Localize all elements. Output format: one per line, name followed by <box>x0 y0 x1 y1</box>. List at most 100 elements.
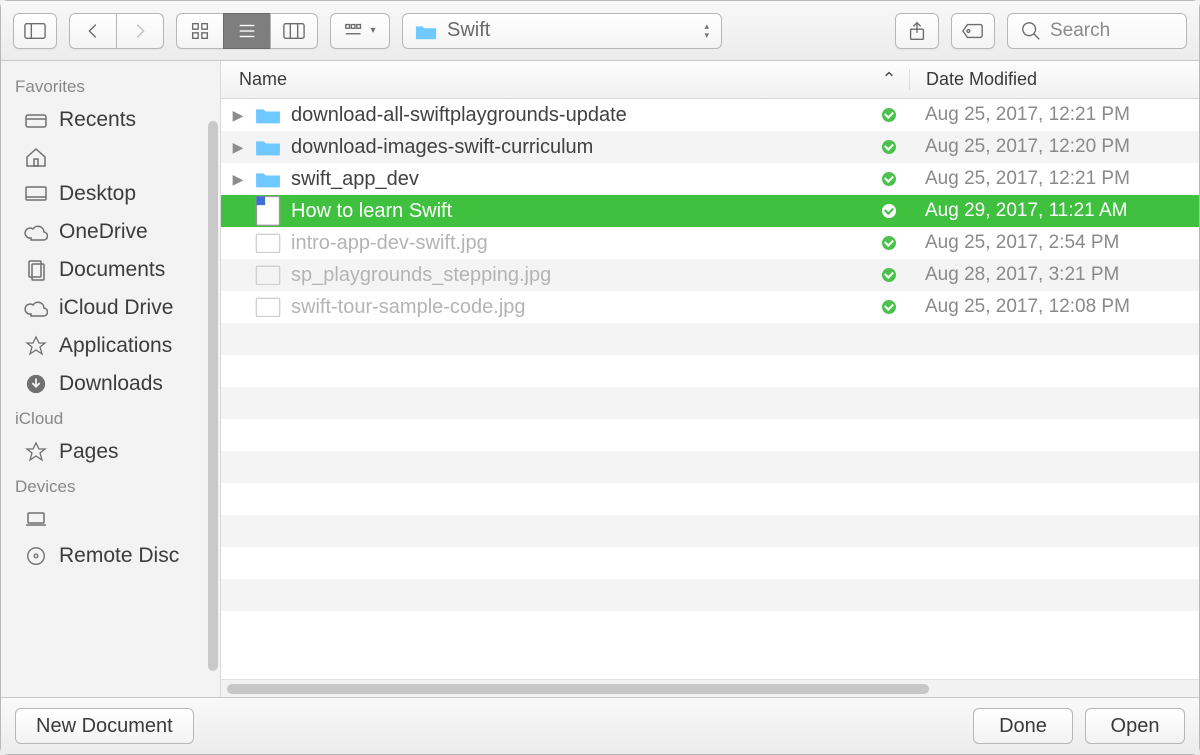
image-icon <box>255 264 281 286</box>
file-name: intro-app-dev-swift.jpg <box>291 232 869 255</box>
home-icon <box>23 146 49 168</box>
disclosure-triangle-icon[interactable]: ▶ <box>221 107 255 124</box>
list-view-icon <box>236 20 258 42</box>
file-row[interactable]: ▶ swift_app_dev Aug 25, 2017, 12:21 PM <box>221 163 1199 195</box>
sidebar-toggle-button[interactable] <box>13 13 57 49</box>
sync-status-icon <box>869 268 909 282</box>
file-row[interactable]: ▶download-all-swiftplaygrounds-updateAug… <box>221 99 1199 131</box>
sidebar-item-applications[interactable]: Applications <box>1 327 220 365</box>
sidebar-item-home[interactable] <box>1 139 220 175</box>
sidebar-item-pages[interactable]: Pages <box>1 433 220 471</box>
sidebar-item-label: Downloads <box>59 372 163 396</box>
disclosure-triangle-icon[interactable]: ▶ <box>221 171 255 188</box>
folder-icon <box>255 168 281 190</box>
file-date: Aug 25, 2017, 12:21 PM <box>909 168 1199 190</box>
sidebar-scrollbar[interactable] <box>208 121 218 671</box>
sync-status-icon <box>869 140 909 154</box>
file-date: Aug 25, 2017, 12:20 PM <box>909 136 1199 158</box>
sidebar-item-label: Remote Disc <box>59 544 179 568</box>
open-button[interactable]: Open <box>1085 708 1185 744</box>
column-view-button[interactable] <box>270 13 318 49</box>
file-name: swift-tour-sample-code.jpg <box>291 296 869 319</box>
disclosure-triangle-icon[interactable]: ▶ <box>221 139 255 156</box>
sidebar-item-recents[interactable]: Recents <box>1 101 220 139</box>
file-row[interactable]: swift-tour-sample-code.jpg Aug 25, 2017, … <box>221 291 1199 323</box>
new-document-button[interactable]: New Document <box>15 708 194 744</box>
finder-open-dialog: ▾ Swift ▴▾ Search Favorites Recents Deskto… <box>0 0 1200 755</box>
sidebar-item-onedrive[interactable]: OneDrive <box>1 213 220 251</box>
search-field[interactable]: Search <box>1007 13 1187 49</box>
file-date: Aug 28, 2017, 3:21 PM <box>909 264 1199 286</box>
path-stepper-icon: ▴▾ <box>704 22 709 40</box>
search-icon <box>1020 20 1042 42</box>
file-name: How to learn Swift <box>291 200 869 223</box>
sync-status-icon <box>869 108 909 122</box>
file-date: Aug 29, 2017, 11:21 AM <box>909 200 1199 222</box>
sidebar-section-title: iCloud <box>1 403 220 433</box>
folder-icon <box>255 104 281 126</box>
chevron-left-icon <box>82 20 104 42</box>
back-button[interactable] <box>69 13 116 49</box>
tag-icon <box>962 20 984 42</box>
group-by-button[interactable]: ▾ <box>330 13 390 49</box>
sidebar-item-label: OneDrive <box>59 220 148 244</box>
file-row[interactable]: intro-app-dev-swift.jpg Aug 25, 2017, 2:5… <box>221 227 1199 259</box>
file-row[interactable]: How to learn Swift Aug 29, 2017, 11:21 AM <box>221 195 1199 227</box>
column-name[interactable]: Name <box>221 69 869 90</box>
horizontal-scrollbar[interactable] <box>221 679 1199 697</box>
path-popup-button[interactable]: Swift ▴▾ <box>402 13 722 49</box>
done-button[interactable]: Done <box>973 708 1073 744</box>
icon-view-button[interactable] <box>176 13 223 49</box>
sidebar-item-label: Applications <box>59 334 172 358</box>
sort-indicator[interactable]: ⌃ <box>869 69 909 90</box>
column-view-icon <box>283 20 305 42</box>
sidebar-item-documents[interactable]: Documents <box>1 251 220 289</box>
downloads-icon <box>23 373 49 395</box>
doc-icon <box>255 200 281 222</box>
body: Favorites Recents Desktop OneDrive Documents… <box>1 61 1199 698</box>
tags-button[interactable] <box>951 13 995 49</box>
forward-button[interactable] <box>116 13 164 49</box>
sidebar-item-label: Recents <box>59 108 136 132</box>
file-row[interactable]: sp_playgrounds_stepping.jpgAug 28, 2017,… <box>221 259 1199 291</box>
sidebar-item-downloads[interactable]: Downloads <box>1 365 220 403</box>
share-button[interactable] <box>895 13 939 49</box>
sync-status-icon <box>869 236 909 250</box>
cloud-icon <box>23 221 49 243</box>
chevron-right-icon <box>129 20 151 42</box>
empty-row <box>221 515 1199 547</box>
sidebar-section-title: Favorites <box>1 71 220 101</box>
sidebar: Favorites Recents Desktop OneDrive Documents… <box>1 61 221 697</box>
path-label: Swift <box>447 19 490 42</box>
file-date: Aug 25, 2017, 12:08 PM <box>909 296 1199 318</box>
sidebar-item-desktop[interactable]: Desktop <box>1 175 220 213</box>
file-row[interactable]: ▶ download-images-swift-curriculum Aug 25,… <box>221 131 1199 163</box>
toolbar: ▾ Swift ▴▾ Search <box>1 1 1199 61</box>
laptop-icon <box>23 508 49 530</box>
list-view-button[interactable] <box>223 13 270 49</box>
sidebar-item-remote-disc[interactable]: Remote Disc <box>1 537 220 575</box>
sidebar-item-icloud-drive[interactable]: iCloud Drive <box>1 289 220 327</box>
empty-row <box>221 611 1199 643</box>
recents-icon <box>23 109 49 131</box>
file-name: download-all-swiftplaygrounds-update <box>291 104 869 127</box>
desktop-icon <box>23 183 49 205</box>
icon-view-icon <box>189 20 211 42</box>
share-icon <box>906 20 928 42</box>
empty-row <box>221 579 1199 611</box>
column-date-modified[interactable]: Date Modified <box>909 69 1199 90</box>
empty-row <box>221 419 1199 451</box>
file-rows: ▶ download-all-swiftplaygrounds-update Aug… <box>221 99 1199 679</box>
disc-icon <box>23 545 49 567</box>
sidebar-section-title: Devices <box>1 471 220 501</box>
sidebar-item-laptop[interactable] <box>1 501 220 537</box>
nav-back-forward <box>69 13 164 49</box>
file-name: download-images-swift-curriculum <box>291 136 869 159</box>
chevron-up-icon: ⌃ <box>881 69 896 90</box>
sync-status-icon <box>869 300 909 314</box>
chevron-down-icon: ▾ <box>370 25 375 36</box>
file-name: swift_app_dev <box>291 168 869 191</box>
group-by-icon <box>344 20 366 42</box>
file-date: Aug 25, 2017, 2:54 PM <box>909 232 1199 254</box>
applications-icon <box>23 335 49 357</box>
